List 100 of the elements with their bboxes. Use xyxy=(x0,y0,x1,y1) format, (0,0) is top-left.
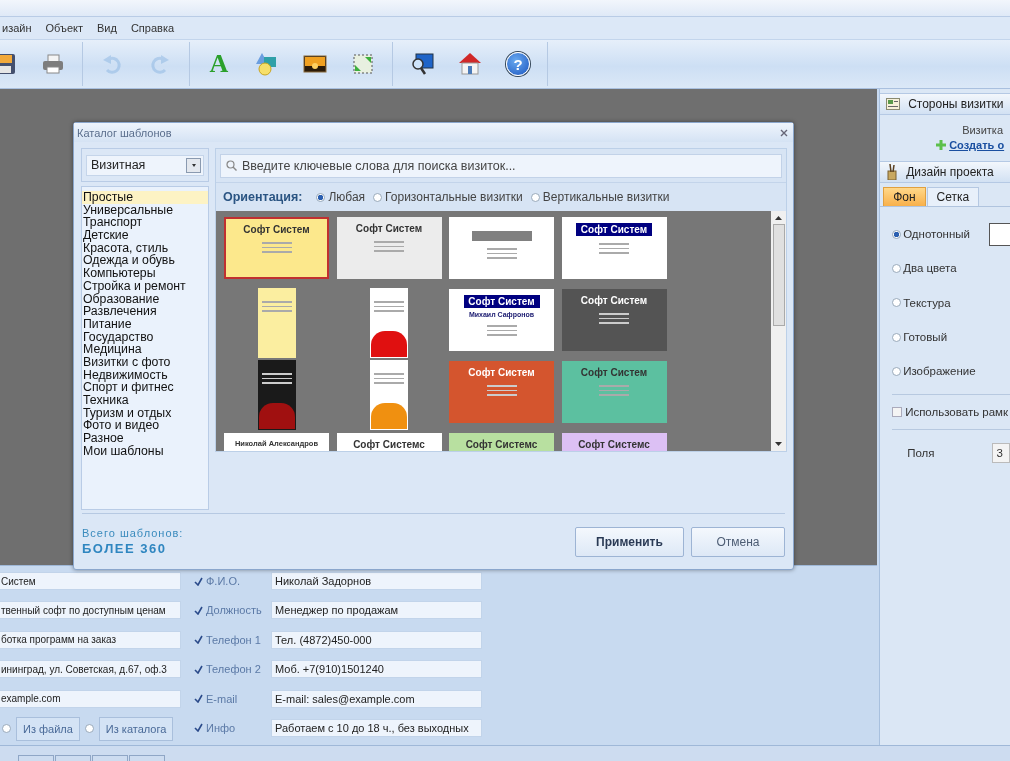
template-thumbnail[interactable] xyxy=(257,360,296,430)
color-swatch[interactable] xyxy=(989,222,1010,246)
category-item[interactable]: Недвижимость xyxy=(82,368,208,382)
cancel-button[interactable]: Отмена xyxy=(691,526,785,557)
text-field[interactable]: example.com xyxy=(0,689,181,708)
category-item[interactable]: Стройка и ремонт xyxy=(82,279,208,293)
text-field[interactable]: твенный софт по доступным ценам xyxy=(0,601,181,620)
radio-button[interactable] xyxy=(2,724,11,734)
template-thumbnail[interactable] xyxy=(370,360,408,430)
card-title: Софт Систем xyxy=(580,224,648,235)
category-item[interactable]: Мои шаблоны xyxy=(82,444,208,458)
template-thumbnail[interactable]: Софт Систем xyxy=(561,217,667,279)
menu-item[interactable]: Справка xyxy=(128,22,177,34)
checkbox[interactable] xyxy=(194,635,203,645)
template-thumbnail[interactable]: Софт Систем xyxy=(336,217,442,279)
template-thumbnail[interactable]: Софт Систем xyxy=(561,289,667,351)
category-item[interactable]: Одежда и обувь xyxy=(82,254,208,268)
apply-button[interactable]: Применить xyxy=(575,526,684,557)
help-icon: ? xyxy=(506,52,530,76)
category-item[interactable]: Фото и видео xyxy=(82,419,208,433)
category-item[interactable]: Визитки с фото xyxy=(82,355,208,369)
image-icon xyxy=(303,54,327,74)
checkbox[interactable] xyxy=(194,723,203,733)
radio-option[interactable]: Однотонный xyxy=(892,228,970,241)
card-title: Софт Систем xyxy=(580,367,648,378)
search-field[interactable]: Введите ключевые слова для поиска визиток... xyxy=(220,153,782,178)
template-thumbnail[interactable]: Софт Систем xyxy=(224,217,329,279)
field-label: Телефон 2 xyxy=(206,663,261,676)
template-thumbnail[interactable] xyxy=(449,217,554,279)
category-item[interactable]: Медицина xyxy=(82,343,208,356)
number-field[interactable]: 3 xyxy=(992,443,1010,464)
category-item[interactable]: Развлечения xyxy=(82,305,208,318)
undo-icon xyxy=(101,53,123,75)
scrollbar[interactable] xyxy=(771,211,786,451)
text-field[interactable]: Работаем с 10 до 18 ч., без выходных xyxy=(271,718,482,737)
template-thumbnail[interactable]: Софт Систем xyxy=(449,361,554,423)
text-field[interactable]: Николай Задорнов xyxy=(271,572,482,590)
category-item[interactable]: Образование xyxy=(82,292,208,306)
category-item[interactable]: Туризм и отдых xyxy=(82,406,208,420)
card-icon xyxy=(886,98,901,110)
plus-icon xyxy=(936,140,947,150)
template-thumbnail[interactable]: Софт Системс xyxy=(336,433,442,451)
dialog-title: Каталог шаблонов xyxy=(77,126,172,139)
shapes-icon xyxy=(255,52,279,76)
menu-item[interactable]: изайн xyxy=(0,22,34,34)
category-item[interactable]: Техника xyxy=(82,394,208,407)
radio-option[interactable]: Готовый xyxy=(892,331,948,344)
search-icon xyxy=(226,159,237,171)
card-title: Софт Систем xyxy=(580,295,648,306)
card-title: Софт Системс xyxy=(578,439,650,450)
category-item[interactable]: Транспорт xyxy=(82,216,208,230)
scroll-up-icon[interactable] xyxy=(775,216,782,220)
text-field[interactable]: Менеджер по продажам xyxy=(271,601,482,620)
radio-option[interactable]: Вертикальные визитки xyxy=(530,190,670,204)
source-button[interactable]: Из файла xyxy=(16,716,80,741)
template-thumbnail[interactable]: Софт Системс xyxy=(449,433,554,451)
category-item[interactable]: Детские xyxy=(82,229,208,242)
category-item[interactable]: Красота, стиль xyxy=(82,241,208,255)
text-field[interactable]: ботка программ на заказ xyxy=(0,630,181,649)
selection-icon xyxy=(352,53,374,75)
category-item[interactable]: Государство xyxy=(82,330,208,344)
text-field[interactable]: Моб. +7(910)1501240 xyxy=(271,660,482,679)
text-field[interactable]: Систем xyxy=(0,572,181,590)
category-item[interactable]: Спорт и фитнес xyxy=(82,381,208,394)
template-thumbnail[interactable] xyxy=(370,288,408,358)
template-thumbnail[interactable] xyxy=(257,288,296,358)
checkbox[interactable] xyxy=(194,605,203,615)
radio-option[interactable]: Любая xyxy=(316,190,366,204)
text-field[interactable]: ининград, ул. Советская, д.67, оф.3 xyxy=(0,660,181,679)
category-item[interactable]: Разное xyxy=(82,432,208,445)
card-title: Софт Систем xyxy=(468,296,535,307)
create-link[interactable]: Создать о xyxy=(949,139,1005,151)
text-field[interactable]: Тел. (4872)450-000 xyxy=(271,630,482,649)
category-item[interactable]: Компьютеры xyxy=(82,267,208,280)
tab[interactable]: Сетка xyxy=(926,187,980,206)
radio-option[interactable]: Два цвета xyxy=(892,262,957,275)
template-thumbnail[interactable]: Софт Систем xyxy=(561,361,667,423)
text-field[interactable]: E-mail: sales@example.com xyxy=(271,689,482,708)
menu-item[interactable]: Вид xyxy=(95,22,119,34)
category-item[interactable]: Простые xyxy=(82,191,208,204)
card-title: Софт Системс xyxy=(353,439,425,450)
close-icon[interactable] xyxy=(780,128,788,137)
radio-option[interactable]: Изображение xyxy=(892,365,976,378)
scroll-down-icon[interactable] xyxy=(775,442,782,446)
category-item[interactable]: Универсальные xyxy=(82,203,208,217)
tab[interactable]: Фон xyxy=(883,187,926,206)
category-dropdown[interactable]: Визитная xyxy=(86,154,204,176)
checkbox[interactable] xyxy=(194,694,203,704)
field-label: Должность xyxy=(206,604,262,617)
radio-option[interactable]: Горизонтальные визитки xyxy=(373,190,523,204)
radio-button[interactable] xyxy=(84,724,94,734)
checkbox[interactable] xyxy=(194,664,203,674)
template-thumbnail[interactable]: Софт Системс xyxy=(561,433,667,451)
checkbox[interactable] xyxy=(892,407,903,418)
checkbox[interactable] xyxy=(194,576,203,586)
checkbox-label: Использовать рамк xyxy=(905,406,1009,419)
radio-option[interactable]: Текстура xyxy=(892,296,951,309)
source-button[interactable]: Из каталога xyxy=(98,716,174,741)
category-item[interactable]: Питание xyxy=(82,317,208,331)
menu-item[interactable]: Объект xyxy=(43,22,85,34)
